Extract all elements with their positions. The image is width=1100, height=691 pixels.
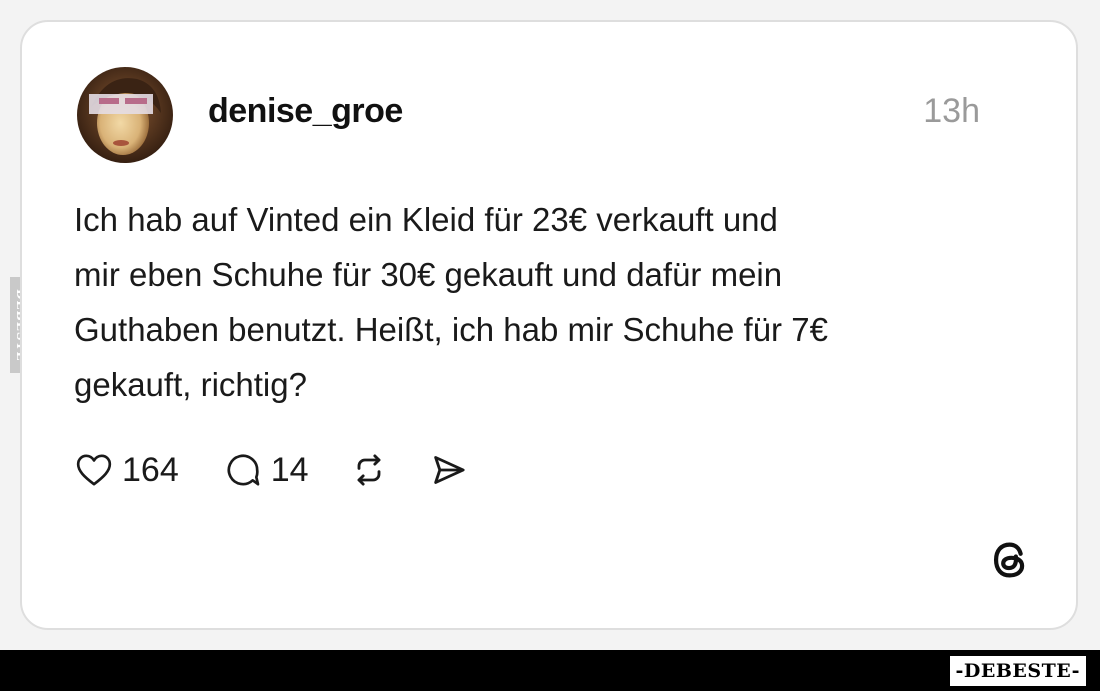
like-count: 164 xyxy=(122,450,179,489)
post-text-line: mir eben Schuhe für 30€ gekauft und dafü… xyxy=(74,256,783,293)
post-timestamp: 13h xyxy=(923,92,980,130)
repost-button[interactable] xyxy=(349,450,389,490)
avatar[interactable] xyxy=(77,67,173,163)
post-text-line: Ich hab auf Vinted ein Kleid für 23€ ver… xyxy=(74,201,778,238)
post-text-line: Guthaben benutzt. Heißt, ich hab mir Sch… xyxy=(74,311,828,348)
send-icon xyxy=(433,456,465,484)
post-text-line: gekauft, richtig? xyxy=(74,366,307,403)
speech-bubble-icon xyxy=(227,454,260,486)
repost-arrows-icon xyxy=(357,454,380,486)
bottom-watermark: -DEBESTE- xyxy=(949,656,1086,686)
share-button[interactable] xyxy=(429,450,469,490)
reply-count: 14 xyxy=(270,450,309,489)
like-button[interactable]: 164 xyxy=(74,450,179,490)
post-text: Ich hab auf Vinted ein Kleid für 23€ ver… xyxy=(74,192,994,412)
username[interactable]: denise_groe xyxy=(208,92,403,131)
threads-logo xyxy=(993,542,1025,578)
post-actions: 164 14 xyxy=(74,448,469,492)
reply-button[interactable]: 14 xyxy=(223,450,309,490)
heart-icon xyxy=(76,454,112,486)
bottom-bar: -DEBESTE- xyxy=(0,650,1100,691)
post-card: denise_groe 13h Ich hab auf Vinted ein K… xyxy=(20,20,1078,630)
avatar-image xyxy=(77,67,173,163)
